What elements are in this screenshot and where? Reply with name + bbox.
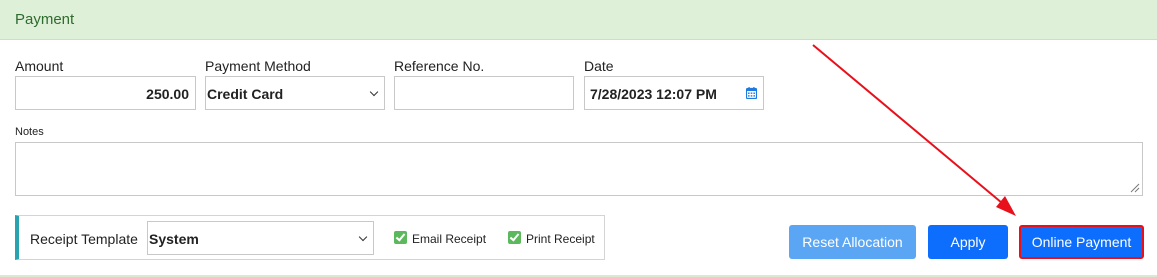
- chevron-down-icon: [358, 232, 368, 242]
- reference-label: Reference No.: [394, 58, 485, 74]
- apply-button[interactable]: Apply: [928, 225, 1008, 259]
- receipt-template-value: System: [149, 231, 199, 247]
- panel-title: Payment: [15, 11, 75, 28]
- calendar-icon[interactable]: [746, 87, 757, 99]
- online-payment-button[interactable]: Online Payment: [1019, 225, 1144, 259]
- receipt-template-label: Receipt Template: [30, 231, 138, 247]
- reset-allocation-button[interactable]: Reset Allocation: [789, 225, 916, 259]
- amount-label: Amount: [15, 58, 64, 74]
- amount-value: 250.00: [146, 86, 189, 102]
- date-label: Date: [584, 58, 614, 74]
- date-input[interactable]: 7/28/2023 12:07 PM: [584, 76, 764, 110]
- email-receipt-checkbox[interactable]: [394, 231, 407, 244]
- resize-grip-icon[interactable]: [1130, 183, 1140, 193]
- chevron-down-icon: [369, 87, 379, 97]
- receipt-template-select[interactable]: System: [147, 221, 374, 255]
- payment-method-select[interactable]: Credit Card: [205, 76, 385, 110]
- payment-method-label: Payment Method: [205, 58, 311, 74]
- payment-panel: Payment Amount 250.00 Payment Method Cre…: [0, 0, 1157, 277]
- date-value: 7/28/2023 12:07 PM: [590, 86, 717, 102]
- amount-input[interactable]: 250.00: [15, 76, 196, 110]
- email-receipt-label[interactable]: Email Receipt: [412, 232, 486, 246]
- payment-method-value: Credit Card: [207, 86, 284, 102]
- print-receipt-label[interactable]: Print Receipt: [526, 232, 595, 246]
- notes-label: Notes: [15, 126, 44, 138]
- panel-header: Payment: [0, 0, 1157, 40]
- receipt-options: Receipt Template System Email Receipt Pr…: [15, 215, 605, 260]
- print-receipt-checkbox[interactable]: [508, 231, 521, 244]
- notes-textarea[interactable]: [15, 142, 1143, 196]
- reference-input[interactable]: [394, 76, 574, 110]
